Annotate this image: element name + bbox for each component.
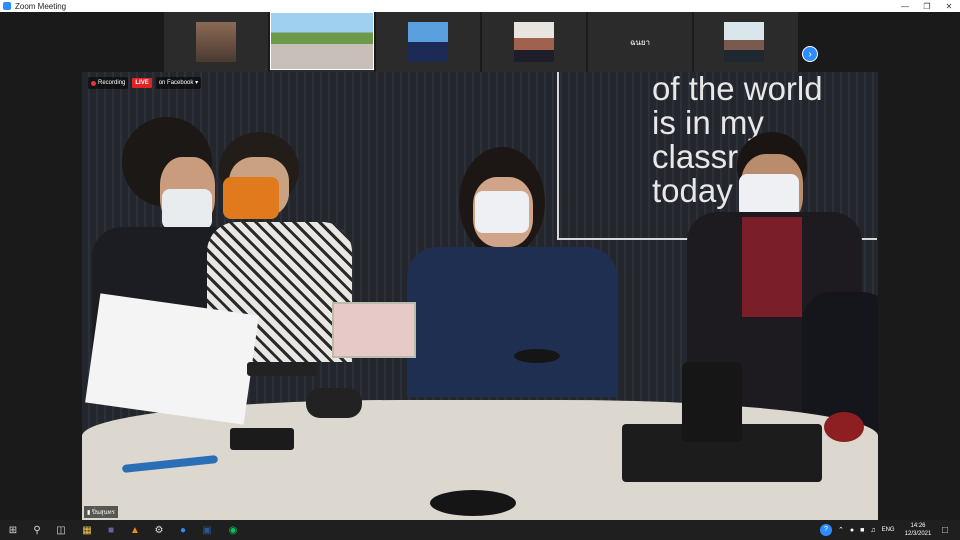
glasses-case	[306, 388, 362, 418]
next-page-button[interactable]: ›	[802, 46, 818, 62]
participant-tile[interactable]	[694, 12, 798, 72]
window-title: Zoom Meeting	[15, 1, 67, 11]
person-3	[407, 147, 617, 397]
speaker-puck	[430, 490, 516, 516]
record-icon	[91, 80, 96, 86]
zoom-icon[interactable]: ●	[176, 523, 190, 537]
speaker-name-label: ▮ ปิ่นสุนทร	[84, 506, 118, 518]
orange-mask	[223, 177, 279, 219]
restore-button[interactable]: ❐	[916, 0, 938, 12]
mouse	[824, 412, 864, 442]
help-badge-icon[interactable]: ?	[820, 524, 832, 536]
microphone-icon[interactable]: ●	[850, 527, 854, 534]
participant-video	[196, 22, 236, 62]
phone	[230, 428, 294, 450]
participant-tile[interactable]	[482, 12, 586, 72]
participant-video	[514, 22, 554, 62]
signal-icon: ▮	[87, 510, 91, 516]
language-indicator[interactable]: ENG	[882, 527, 895, 533]
participant-tile[interactable]: ฉนยา	[588, 12, 692, 72]
minimize-button[interactable]: —	[894, 0, 916, 12]
line-icon[interactable]: ◉	[226, 523, 240, 537]
main-video: of the world is in my classr m today	[82, 72, 878, 520]
live-badge[interactable]: LIVE	[132, 78, 152, 88]
windows-start-icon[interactable]: ⊞	[6, 523, 20, 537]
notification-icon[interactable]: □	[938, 523, 952, 537]
participant-video	[408, 22, 448, 62]
search-icon[interactable]: ⚲	[30, 523, 44, 537]
network-icon[interactable]: ■	[860, 527, 864, 534]
person-5	[802, 232, 878, 432]
zoom-app-icon	[3, 2, 11, 10]
participant-video	[270, 12, 374, 70]
window-titlebar: Zoom Meeting — ❐ ✕	[0, 0, 960, 12]
chevron-up-icon[interactable]: ⌃	[838, 526, 844, 534]
clock[interactable]: 14:26 12/3/2021	[902, 522, 934, 538]
file-explorer-icon[interactable]: ▦	[80, 523, 94, 537]
vlc-icon[interactable]: ▲	[128, 523, 142, 537]
task-view-icon[interactable]: ◫	[54, 523, 68, 537]
live-destination-menu[interactable]: on Facebook ▾	[155, 77, 202, 89]
conference-device-column	[682, 362, 742, 442]
tablet	[332, 302, 416, 358]
participant-video	[724, 22, 764, 62]
volume-icon[interactable]: ♫	[870, 527, 875, 534]
speaker-puck	[514, 349, 560, 363]
participant-tile[interactable]	[376, 12, 480, 72]
teams-icon[interactable]: ■	[104, 523, 118, 537]
phone	[247, 362, 317, 376]
participant-strip: ฉนยา ›	[0, 12, 960, 72]
participant-tile[interactable]	[270, 12, 374, 72]
system-tray: ? ⌃ ● ■ ♫ ENG	[820, 520, 895, 540]
close-button[interactable]: ✕	[938, 0, 960, 12]
recording-bar: Recording LIVE on Facebook ▾	[88, 77, 202, 89]
participant-tile[interactable]	[164, 12, 268, 72]
windows-taskbar: ⊞ ⚲ ◫ ▦ ■ ▲ ⚙ ● ▣ ◉ ? ⌃ ● ■ ♫ ENG 14:26 …	[0, 520, 960, 540]
participant-name: ฉนยา	[629, 38, 651, 47]
settings-icon[interactable]: ⚙	[152, 523, 166, 537]
recording-indicator[interactable]: Recording	[88, 77, 129, 89]
paper-documents	[85, 293, 259, 425]
word-icon[interactable]: ▣	[200, 523, 214, 537]
